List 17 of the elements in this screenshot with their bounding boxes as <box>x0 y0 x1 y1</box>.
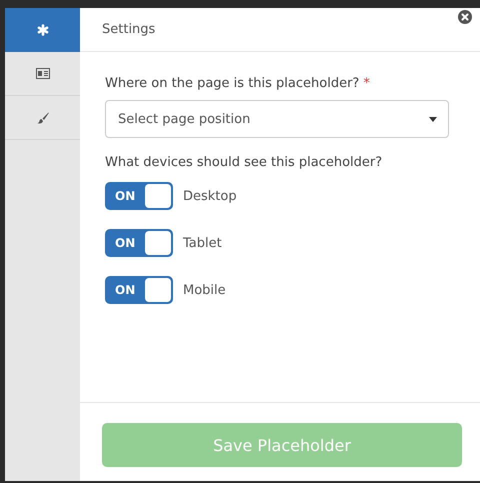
field-label: Where on the page is this placeholder? <box>105 76 360 91</box>
device-label: Mobile <box>183 282 226 298</box>
device-label: Desktop <box>183 188 237 204</box>
id-card-icon <box>36 68 50 79</box>
brush-icon <box>36 112 48 124</box>
sidebar-tab[interactable] <box>5 8 80 52</box>
required-mark: * <box>363 76 370 91</box>
asterisk-icon <box>36 24 48 36</box>
panel-title: Settings <box>102 22 156 37</box>
close-icon[interactable] <box>458 10 472 24</box>
page-position-dropdown[interactable]: Select page position <box>105 100 449 138</box>
toggle-switch[interactable]: ON <box>105 276 173 304</box>
toggle-switch[interactable]: ON <box>105 229 173 257</box>
field-label: What devices should see this placeholder? <box>105 155 384 170</box>
toggle-switch[interactable]: ON <box>105 182 173 210</box>
caret-icon <box>429 117 437 122</box>
device-label: Tablet <box>183 236 222 250</box>
